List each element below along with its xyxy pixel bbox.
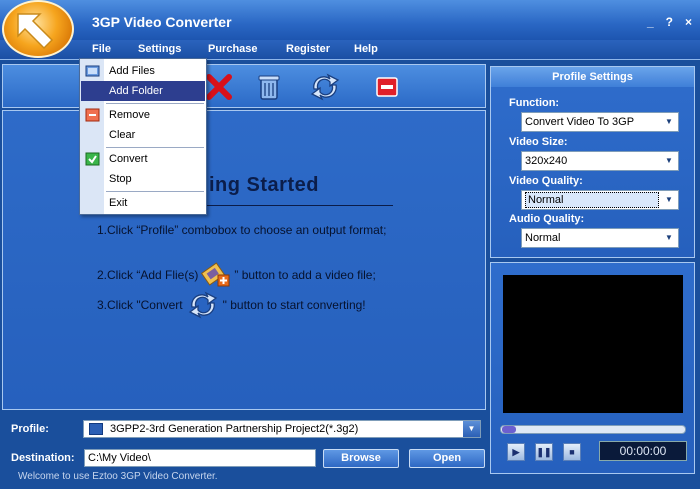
profile-select-value: 3GPP2-3rd Generation Partnership Project…	[110, 423, 359, 435]
minimize-button[interactable]: _	[647, 15, 654, 29]
menu-item-label: Add Folder	[109, 85, 163, 97]
menu-separator	[106, 147, 204, 148]
menu-item-add-folder[interactable]: Add Folder	[81, 81, 205, 101]
close-button[interactable]: ×	[685, 15, 692, 29]
function-select-value: Convert Video To 3GP	[525, 116, 635, 128]
menu-settings[interactable]: Settings	[138, 43, 181, 55]
destination-input[interactable]	[84, 449, 316, 467]
play-button[interactable]: ▶	[507, 443, 525, 461]
menu-item-remove[interactable]: Remove	[81, 105, 205, 125]
menu-separator	[106, 103, 204, 104]
menu-purchase[interactable]: Purchase	[208, 43, 258, 55]
menu-item-stop[interactable]: Stop	[81, 169, 205, 189]
getting-started-panel: ing Started 1.Click “Profile” combobox t…	[2, 110, 486, 410]
menu-item-label: Convert	[109, 153, 148, 165]
chevron-down-icon: ▼	[660, 113, 678, 131]
video-size-select-value: 320x240	[525, 155, 568, 167]
stop-icon[interactable]	[371, 71, 403, 103]
step-2-text-end: ” button to add a video file;	[234, 268, 376, 282]
convert-icon	[85, 152, 100, 166]
app-logo-icon	[2, 0, 74, 58]
file-menu-dropdown: Add Files Add Folder Remove Clear Conver…	[79, 58, 207, 215]
chevron-down-icon: ▼	[660, 152, 678, 170]
video-size-select[interactable]: 320x240 ▼	[521, 151, 679, 171]
convert-icon-inline	[185, 289, 221, 321]
stop-playback-button[interactable]: ■	[563, 443, 581, 461]
help-button[interactable]: ?	[666, 15, 673, 29]
profile-settings-panel: Profile Settings Function: Convert Video…	[490, 66, 695, 258]
browse-button[interactable]: Browse	[323, 449, 399, 468]
getting-started-title: ing Started	[209, 174, 319, 196]
menu-item-label: Clear	[109, 129, 136, 141]
seek-bar[interactable]	[500, 425, 686, 434]
pause-button[interactable]: ❚❚	[535, 443, 553, 461]
add-files-icon	[85, 64, 100, 78]
profile-select[interactable]: 3GPP2-3rd Generation Partnership Project…	[83, 420, 481, 438]
menu-file[interactable]: File	[92, 43, 111, 55]
profile-icon	[89, 423, 103, 435]
function-select[interactable]: Convert Video To 3GP ▼	[521, 112, 679, 132]
audio-quality-label: Audio Quality:	[509, 213, 585, 225]
step-2: 2.Click “Add Flie(s) ” button to add a v…	[97, 261, 376, 289]
title-bar: 3GP Video Converter _ ? ×	[0, 0, 700, 40]
video-quality-select[interactable]: Normal ▼	[521, 190, 679, 210]
menu-register[interactable]: Register	[286, 43, 330, 55]
audio-quality-select-value: Normal	[525, 232, 561, 244]
video-size-label: Video Size:	[509, 136, 568, 148]
chevron-down-icon: ▼	[463, 421, 480, 437]
time-display: 00:00:00	[599, 441, 687, 461]
window-title: 3GP Video Converter	[92, 14, 232, 30]
profile-label: Profile:	[11, 423, 49, 435]
chevron-down-icon: ▼	[660, 191, 678, 209]
step-1-text: 1.Click “Profile” combobox to choose an …	[97, 223, 387, 237]
menu-item-label: Add Files	[109, 65, 155, 77]
video-preview-panel: ▶ ❚❚ ■ 00:00:00	[490, 262, 695, 474]
menu-item-convert[interactable]: Convert	[81, 149, 205, 169]
remove-icon[interactable]	[203, 71, 235, 103]
menu-item-label: Stop	[109, 173, 132, 185]
video-quality-select-value: Normal	[525, 192, 659, 208]
convert-icon[interactable]	[308, 71, 340, 103]
menu-help[interactable]: Help	[354, 43, 378, 55]
menu-item-clear[interactable]: Clear	[81, 125, 205, 145]
status-text: Welcome to use Eztoo 3GP Video Converter…	[18, 471, 218, 482]
menu-item-exit[interactable]: Exit	[81, 193, 205, 213]
menu-item-add-files[interactable]: Add Files	[81, 61, 205, 81]
function-label: Function:	[509, 97, 560, 109]
clear-icon[interactable]	[253, 71, 285, 103]
step-3-text-end: " button to start converting!	[222, 298, 366, 312]
video-screen	[503, 275, 683, 413]
menu-separator	[106, 191, 204, 192]
remove-icon	[85, 108, 100, 122]
bottom-bar: Profile: 3GPP2-3rd Generation Partnershi…	[0, 412, 488, 489]
add-files-icon	[200, 261, 232, 289]
step-3: 3.Click "Convert " button to start conve…	[97, 289, 366, 321]
seek-knob[interactable]	[502, 426, 516, 433]
menu-item-label: Remove	[109, 109, 150, 121]
menu-item-label: Exit	[109, 197, 128, 209]
menu-bar: File Settings Purchase Register Help	[0, 40, 700, 60]
title-underline	[201, 205, 393, 206]
audio-quality-select[interactable]: Normal ▼	[521, 228, 679, 248]
profile-settings-header: Profile Settings	[491, 67, 694, 87]
toolbar	[2, 64, 486, 108]
video-quality-label: Video Quality:	[509, 175, 583, 187]
step-2-text-start: 2.Click “Add Flie(s)	[97, 268, 199, 282]
window-controls: _ ? ×	[647, 15, 692, 29]
destination-label: Destination:	[11, 452, 75, 464]
step-3-text-start: 3.Click "Convert	[97, 298, 183, 312]
open-button[interactable]: Open	[409, 449, 485, 468]
chevron-down-icon: ▼	[660, 229, 678, 247]
